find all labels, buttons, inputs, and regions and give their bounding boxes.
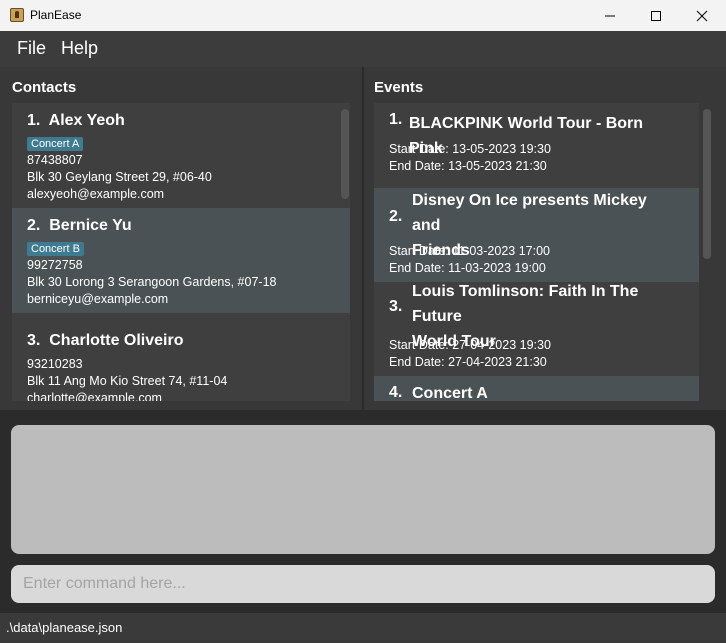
contact-index: 3.: [27, 332, 41, 349]
events-pane: Events 1. BLACKPINK World Tour - Born Pi…: [364, 67, 726, 410]
contact-email: berniceyu@example.com: [27, 292, 169, 306]
window-title: PlanEase: [30, 8, 82, 22]
contacts-heading: Contacts: [12, 79, 77, 96]
maximize-icon: [651, 10, 661, 21]
contact-tag: Concert B: [27, 242, 84, 256]
contact-email: alexyeoh@example.com: [27, 187, 165, 201]
contact-address: Blk 30 Lorong 3 Serangoon Gardens, #07-1…: [27, 275, 277, 289]
event-index: 2.: [389, 208, 403, 225]
contact-index: 2.: [27, 217, 41, 234]
command-input[interactable]: [11, 565, 715, 603]
minimize-icon: [605, 15, 615, 16]
event-start-date: Start Date: 11-03-2023 17:00: [389, 244, 550, 258]
events-list[interactable]: 1. BLACKPINK World Tour - Born Pink Star…: [374, 103, 699, 401]
menu-bar: File Help: [0, 31, 726, 67]
contacts-pane: Contacts 1. Alex Yeoh Concert A 87438807…: [0, 67, 362, 410]
contact-card[interactable]: 2. Bernice Yu Concert B 99272758 Blk 30 …: [12, 208, 350, 313]
event-card[interactable]: 3. Louis Tomlinson: Faith In The Future …: [374, 282, 699, 376]
events-scrollbar[interactable]: [703, 109, 711, 259]
contact-index: 1.: [27, 112, 41, 129]
events-heading: Events: [374, 79, 424, 96]
contact-name: Alex Yeoh: [48, 112, 125, 129]
result-display: [11, 425, 715, 554]
contact-address: Blk 11 Ang Mo Kio Street 74, #11-04: [27, 374, 228, 388]
event-card[interactable]: 2. Disney On Ice presents Mickey and Fri…: [374, 188, 699, 282]
event-index: 1.: [389, 111, 403, 128]
menu-help[interactable]: Help: [61, 38, 98, 59]
event-start-date: Start Date: 27-04-2023 19:30: [389, 338, 551, 352]
minimize-button[interactable]: [587, 0, 633, 31]
contact-card[interactable]: 3. Charlotte Oliveiro 93210283 Blk 11 An…: [12, 313, 350, 401]
contact-name: Charlotte Oliveiro: [49, 332, 184, 349]
event-end-date: End Date: 27-04-2023 21:30: [389, 355, 547, 369]
event-end-date: End Date: 11-03-2023 19:00: [389, 261, 546, 275]
contact-name-row: 3. Charlotte Oliveiro: [27, 332, 183, 350]
contact-address: Blk 30 Geylang Street 29, #06-40: [27, 170, 212, 184]
contacts-list[interactable]: 1. Alex Yeoh Concert A 87438807 Blk 30 G…: [12, 103, 350, 401]
event-index: 4.: [389, 384, 403, 401]
event-card[interactable]: 1. BLACKPINK World Tour - Born Pink Star…: [374, 103, 699, 188]
contact-phone: 87438807: [27, 153, 83, 167]
contact-card[interactable]: 1. Alex Yeoh Concert A 87438807 Blk 30 G…: [12, 103, 350, 208]
contact-tag: Concert A: [27, 137, 84, 151]
contacts-scrollbar[interactable]: [341, 109, 349, 199]
app-icon: [10, 8, 24, 22]
close-button[interactable]: [679, 0, 725, 31]
save-file-path: .\data\planease.json: [6, 620, 123, 635]
close-icon: [696, 10, 708, 21]
event-card[interactable]: 4. Concert A: [374, 376, 699, 401]
event-index: 3.: [389, 298, 403, 315]
contact-email: charlotte@example.com: [27, 391, 162, 401]
status-bar: .\data\planease.json: [0, 613, 726, 643]
contact-name-row: 2. Bernice Yu: [27, 217, 132, 235]
contact-name: Bernice Yu: [49, 217, 132, 234]
contact-phone: 93210283: [27, 357, 83, 371]
main-panes: Contacts 1. Alex Yeoh Concert A 87438807…: [0, 67, 726, 410]
menu-file[interactable]: File: [17, 38, 46, 59]
title-bar: PlanEase: [0, 0, 726, 31]
contact-name-row: 1. Alex Yeoh: [27, 112, 125, 130]
contact-phone: 99272758: [27, 258, 83, 272]
event-end-date: End Date: 13-05-2023 21:30: [389, 159, 547, 173]
event-title: Concert A: [412, 385, 488, 401]
maximize-button[interactable]: [633, 0, 679, 31]
event-start-date: Start Date: 13-05-2023 19:30: [389, 142, 551, 156]
